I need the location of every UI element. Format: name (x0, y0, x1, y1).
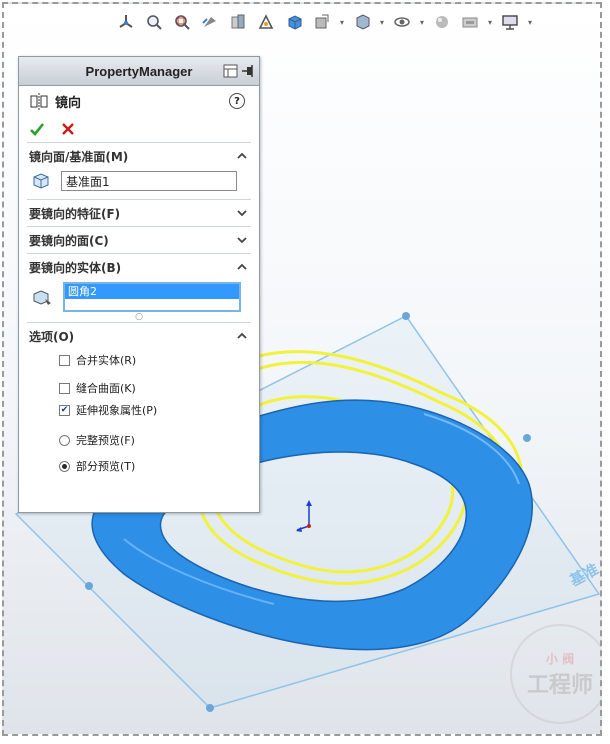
bodies-field-row: 圆角2 (27, 280, 251, 314)
option-label: 缝合曲面(K) (76, 382, 136, 395)
bodies-listbox[interactable]: 圆角2 (63, 282, 241, 312)
faces-to-mirror-header[interactable]: 要镜向的面(C) (27, 227, 251, 253)
features-to-mirror-header[interactable]: 要镜向的特征(F) (27, 200, 251, 226)
chevron-up-icon[interactable] (235, 260, 249, 274)
plane-handle[interactable] (85, 582, 93, 590)
full-preview-option[interactable]: 完整预览(F) (27, 429, 251, 451)
solid-body-icon (33, 290, 51, 305)
section-label: 镜向面/基准面(M) (29, 149, 129, 164)
option-label: 延伸视象属性(P) (76, 404, 158, 417)
action-row (19, 116, 259, 142)
chevron-down-icon[interactable] (235, 206, 249, 220)
features-to-mirror-section: 要镜向的特征(F) (27, 199, 251, 226)
watermark-text: 工程师 (526, 672, 593, 698)
faces-to-mirror-section: 要镜向的面(C) (27, 226, 251, 253)
mirror-plane-section-header[interactable]: 镜向面/基准面(M) (27, 143, 251, 169)
property-manager-panel: PropertyManager 镜向 ? 镜向面/基准面(M) 基准面1 要镜向… (18, 56, 260, 513)
option-label: 完整预览(F) (76, 434, 135, 447)
chevron-up-icon[interactable] (235, 149, 249, 163)
options-header[interactable]: 选项(O) (27, 323, 251, 349)
feature-title-row: 镜向 ? (19, 86, 259, 116)
tree-toggle-icon[interactable] (223, 63, 239, 79)
mirror-plane-input[interactable]: 基准面1 (61, 171, 237, 191)
section-label: 要镜向的面(C) (29, 233, 109, 248)
watermark-top: 小 阀 (545, 651, 575, 666)
section-label: 选项(O) (29, 329, 75, 344)
bodies-to-mirror-section: 要镜向的实体(B) 圆角2 ○ (27, 253, 251, 322)
plane-face-icon (33, 173, 49, 189)
selected-body-item[interactable]: 圆角2 (65, 284, 239, 299)
propagate-visual-option[interactable]: ✔ 延伸视象属性(P) (27, 399, 251, 421)
help-icon[interactable]: ? (229, 93, 245, 109)
knit-surfaces-option[interactable]: 缝合曲面(K) (27, 377, 251, 399)
pin-icon[interactable] (241, 63, 255, 79)
section-label: 要镜向的特征(F) (29, 206, 121, 221)
options-section: 选项(O) 合并实体(R) 缝合曲面(K) ✔ 延伸视象属性(P) 完整预览(F… (27, 322, 251, 477)
option-label: 合并实体(R) (76, 354, 137, 367)
chevron-up-icon[interactable] (235, 329, 249, 343)
mirror-plane-section: 镜向面/基准面(M) 基准面1 (27, 142, 251, 199)
panel-controls (223, 62, 255, 80)
plane-handle[interactable] (523, 434, 531, 442)
merge-solids-option[interactable]: 合并实体(R) (27, 349, 251, 371)
partial-preview-radio[interactable] (59, 460, 70, 472)
cancel-x-icon[interactable] (61, 122, 75, 136)
plane-handle[interactable] (206, 704, 214, 712)
option-label: 部分预览(T) (76, 460, 136, 473)
merge-solids-checkbox[interactable] (59, 354, 70, 366)
graphics-area[interactable]: ▾ ▾ ▾ ▾ ▾ 基准 小 阀 工程师 PropertyManager 镜向 … (2, 2, 602, 736)
partial-preview-option[interactable]: 部分预览(T) (27, 455, 251, 477)
feature-title: 镜向 (55, 95, 82, 111)
section-label: 要镜向的实体(B) (29, 260, 122, 275)
mirror-feature-icon (30, 93, 48, 110)
resize-grip-icon[interactable]: ○ (27, 312, 251, 322)
bodies-to-mirror-header[interactable]: 要镜向的实体(B) (27, 254, 251, 280)
knit-surfaces-checkbox[interactable] (59, 382, 70, 394)
property-manager-header: PropertyManager (19, 57, 259, 86)
watermark: 小 阀 工程师 (510, 624, 600, 724)
propagate-visual-checkbox[interactable]: ✔ (59, 404, 70, 416)
chevron-down-icon[interactable] (235, 233, 249, 247)
plane-handle[interactable] (402, 312, 410, 320)
full-preview-radio[interactable] (59, 434, 70, 446)
ok-check-icon[interactable] (29, 121, 45, 137)
mirror-plane-field-row: 基准面1 (27, 169, 251, 199)
property-manager-title: PropertyManager (85, 63, 193, 79)
